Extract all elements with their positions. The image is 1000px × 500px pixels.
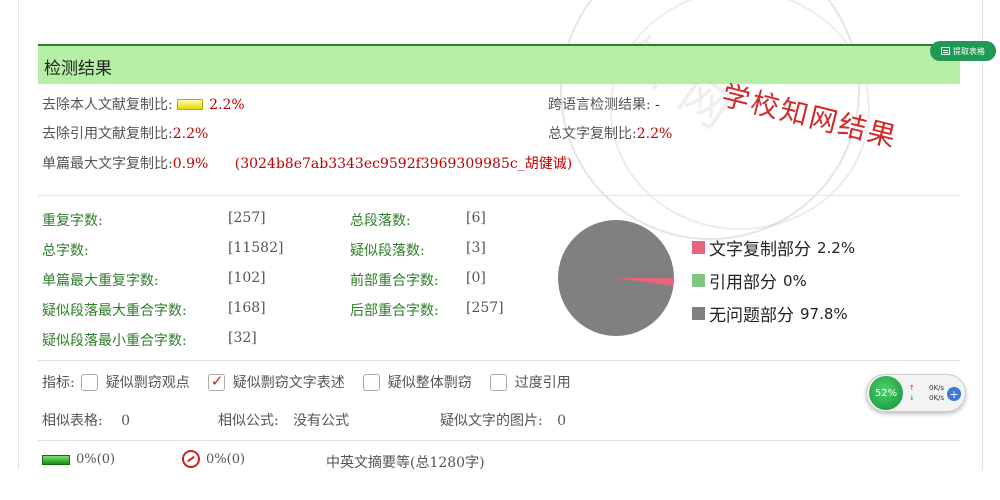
divider [38,360,960,361]
green-ratio-bar [42,454,70,465]
divider [38,195,960,196]
cite-copy-ratio: 去除引用文献复制比:2.2% [42,126,209,142]
red-ratio: 0%(0) [182,450,245,468]
filter-over-citation[interactable]: 过度引用 [489,372,571,392]
max-single-repeat-label: 单篇最大重复字数: [42,273,159,289]
max-single-source-link[interactable]: (3024b8e7ab3343ec9592f3969309985c_胡健诚) [235,156,572,172]
legend-label: 文字复制部分 [709,240,811,260]
cross-language-result: 跨语言检测结果: - [548,97,660,113]
speed-percent-badge: 52% [869,376,903,410]
checkbox[interactable] [489,373,507,391]
suspect-para-max-label: 疑似段落最大重合字数: [42,303,187,319]
legend-item: 引用部分 0% [692,268,807,293]
self-copy-value: 2.2% [209,97,245,113]
extract-table-label: 提取表格 [953,46,985,56]
repeat-chars-label: 重复字数: [42,213,103,229]
similar-formulas: 相似公式: 没有公式 [218,413,350,429]
legend-swatch [692,241,705,254]
section-title[interactable]: 中英文摘要等(总1280字) [326,452,485,472]
suspect-text-images: 疑似文字的图片: 0 [440,413,567,429]
filter-whole-plagiarism[interactable]: 疑似整体剽窃 [362,372,472,392]
back-overlap-value: [257] [466,300,504,316]
copy-ratio-pie-chart [558,220,674,336]
divider [38,440,960,441]
front-overlap-label: 前部重合字数: [350,273,439,289]
total-chars-label: 总字数: [42,243,89,259]
upload-speed: 0K/s [929,384,945,392]
legend-swatch [692,274,705,287]
total-paras-label: 总段落数: [350,213,411,229]
forbidden-icon [182,450,200,468]
max-single-copy-ratio: 单篇最大文字复制比:0.9% (3024b8e7ab3343ec9592f396… [42,156,573,172]
similar-tables: 相似表格: 0 [42,413,131,429]
download-speed: 0K/s [929,394,945,402]
copy-ratio-bar [177,99,204,110]
network-speed-widget[interactable]: 52% ↑ ↓ 0K/s 0K/s + [866,374,966,412]
suspect-paras-label: 疑似段落数: [350,243,425,259]
legend-item: 文字复制部分 2.2% [692,235,855,260]
filter-label: 指标: [42,375,75,391]
legend-value: 2.2% [817,238,856,257]
checkbox-checked[interactable] [207,372,225,391]
checkbox[interactable] [362,373,380,391]
filter-plagiarized-wording[interactable]: 疑似剽窃文字表述 [207,372,345,392]
back-overlap-label: 后部重合字数: [350,303,439,319]
table-icon [941,47,950,55]
front-overlap-value: [0] [466,270,486,286]
down-arrow-icon: ↓ [909,394,915,402]
legend-item: 无问题部分 97.8% [692,301,848,326]
legend-swatch [692,307,705,320]
suspect-para-max-value: [168] [228,300,266,316]
total-copy-ratio: 总文字复制比:2.2% [548,126,673,142]
filter-plagiarized-ideas[interactable]: 疑似剽窃观点 [80,372,190,392]
total-chars-value: [11582] [228,240,284,256]
speed-values: 0K/s 0K/s [929,383,944,403]
arrow-icons: ↑ ↓ [909,383,915,403]
self-copy-ratio: 去除本人文献复制比: 2.2% [42,97,245,113]
plus-icon[interactable]: + [947,387,961,401]
suspect-para-min-value: [32] [228,330,257,346]
legend-value: 97.8% [800,304,848,323]
up-arrow-icon: ↑ [909,384,915,392]
extract-table-button[interactable]: 提取表格 [930,41,996,61]
repeat-chars-value: [257] [228,210,266,226]
checkbox[interactable] [80,373,98,391]
legend-label: 无问题部分 [709,306,794,326]
legend-label: 引用部分 [709,273,777,293]
legend-value: 0% [783,271,807,290]
result-header: 检测结果 [38,44,960,84]
max-single-repeat-value: [102] [228,270,266,286]
green-ratio: 0%(0) [42,452,115,467]
indicator-filters: 指标: 疑似剽窃观点 疑似剽窃文字表述 疑似整体剽窃 过度引用 [42,372,589,392]
page-title: 检测结果 [44,59,112,79]
suspect-paras-value: [3] [466,240,486,256]
suspect-para-min-label: 疑似段落最小重合字数: [42,333,187,349]
total-paras-value: [6] [466,210,486,226]
